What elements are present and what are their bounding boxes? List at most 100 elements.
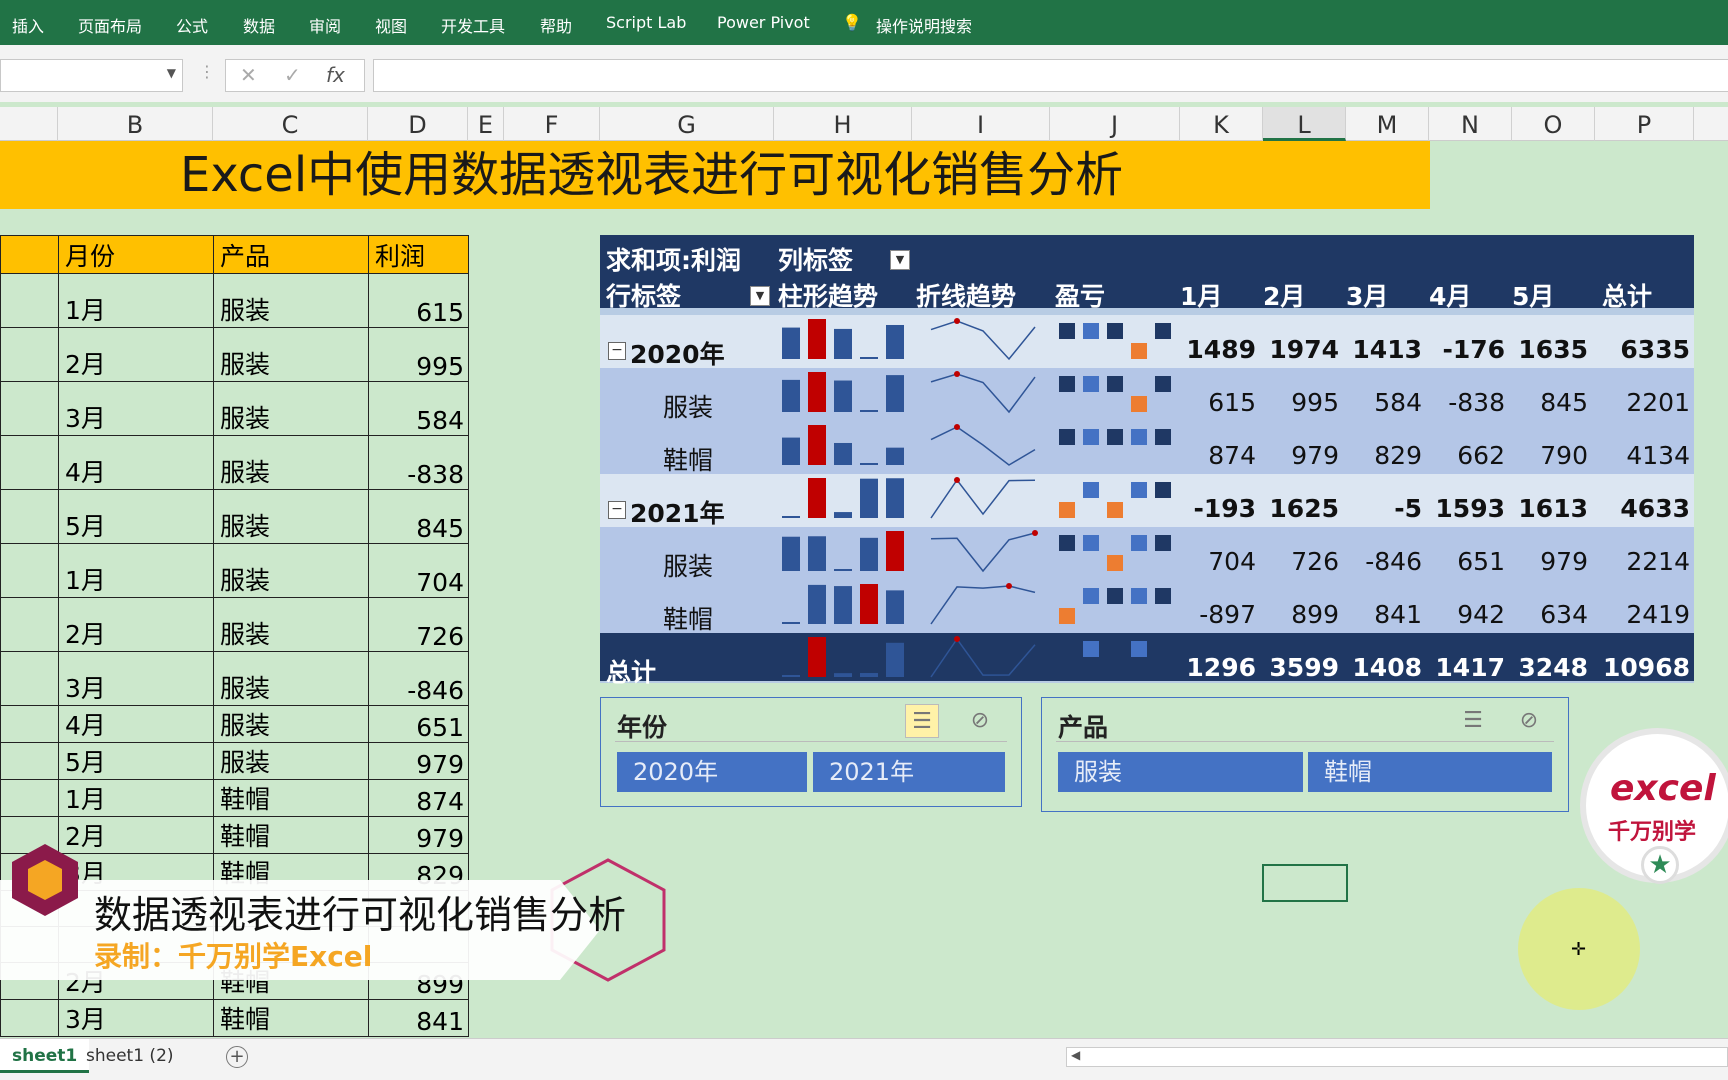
cell[interactable]: -838 <box>368 435 469 490</box>
cell[interactable]: 服装 <box>213 273 369 328</box>
scroll-left-icon[interactable]: ◀ <box>1071 1048 1080 1062</box>
tab-page-layout[interactable]: 页面布局 <box>78 13 142 37</box>
pivot-value[interactable]: 584 <box>1346 388 1422 417</box>
cell[interactable]: 4月 <box>58 435 214 490</box>
tab-view[interactable]: 视图 <box>375 13 407 37</box>
pivot-value[interactable]: 874 <box>1180 441 1256 470</box>
cell[interactable]: 3月 <box>58 999 214 1037</box>
cell[interactable]: 584 <box>368 381 469 436</box>
cell[interactable]: 1月 <box>58 273 214 328</box>
tab-script-lab[interactable]: Script Lab <box>606 13 686 32</box>
fx-icon[interactable]: fx <box>326 63 345 87</box>
tab-insert[interactable]: 插入 <box>12 13 44 37</box>
pivot-value[interactable]: 3599 <box>1263 653 1339 682</box>
col-header[interactable]: J <box>1050 107 1180 141</box>
pivot-value[interactable]: 1408 <box>1346 653 1422 682</box>
col-header[interactable]: M <box>1346 107 1429 141</box>
pivot-value[interactable]: 3248 <box>1512 653 1588 682</box>
col-header-selected[interactable]: L <box>1263 107 1346 141</box>
sheet-title[interactable]: Excel中使用数据透视表进行可视化销售分析 <box>0 141 1430 209</box>
cell[interactable]: 4月 <box>58 705 214 743</box>
pivot-value[interactable]: 2214 <box>1602 547 1690 576</box>
tab-power-pivot[interactable]: Power Pivot <box>717 13 810 32</box>
cell[interactable] <box>0 651 59 706</box>
cell[interactable]: 服装 <box>213 651 369 706</box>
slicer-item-2020[interactable]: 2020年 <box>617 752 807 792</box>
col-header[interactable]: K <box>1180 107 1263 141</box>
clear-filter-icon[interactable]: ⊘ <box>963 704 997 738</box>
pivot-value[interactable]: 4633 <box>1602 494 1690 523</box>
cell[interactable] <box>0 235 59 274</box>
cell[interactable] <box>0 543 59 598</box>
enter-icon[interactable]: ✓ <box>284 63 301 87</box>
column-filter-button[interactable]: ▼ <box>890 250 910 270</box>
tab-developer[interactable]: 开发工具 <box>441 13 505 37</box>
cell[interactable]: 5月 <box>58 742 214 780</box>
pivot-value[interactable]: 662 <box>1429 441 1505 470</box>
add-sheet-icon[interactable]: + <box>226 1046 248 1068</box>
cell[interactable]: 2月 <box>58 327 214 382</box>
pivot-value[interactable]: -5 <box>1346 494 1422 523</box>
slicer-item-shoes-hats[interactable]: 鞋帽 <box>1308 752 1552 792</box>
column-header[interactable]: 产品 <box>213 235 369 274</box>
col-header[interactable]: D <box>368 107 468 141</box>
formula-input[interactable] <box>373 59 1728 92</box>
cell[interactable]: 5月 <box>58 489 214 544</box>
pivot-value[interactable]: 790 <box>1512 441 1588 470</box>
pivot-value[interactable]: -176 <box>1429 335 1505 364</box>
slicer-item-2021[interactable]: 2021年 <box>813 752 1005 792</box>
column-header[interactable]: 利润 <box>368 235 469 274</box>
cell[interactable]: 726 <box>368 597 469 652</box>
pivot-table[interactable]: 求和项:利润 列标签 ▼ 行标签 ▼ 柱形趋势 折线趋势 盈亏 1月 2月 3月… <box>600 235 1694 687</box>
cell[interactable] <box>0 435 59 490</box>
cell[interactable]: -846 <box>368 651 469 706</box>
pivot-value[interactable]: -838 <box>1429 388 1505 417</box>
cell[interactable]: 995 <box>368 327 469 382</box>
cell[interactable] <box>0 597 59 652</box>
cell[interactable] <box>0 705 59 743</box>
cell[interactable]: 服装 <box>213 327 369 382</box>
pivot-value[interactable]: 899 <box>1263 600 1339 629</box>
cell[interactable]: 2月 <box>58 597 214 652</box>
pivot-value[interactable]: 1635 <box>1512 335 1588 364</box>
cell[interactable] <box>0 742 59 780</box>
cell[interactable]: 1月 <box>58 543 214 598</box>
tab-data[interactable]: 数据 <box>243 13 275 37</box>
pivot-value[interactable]: -193 <box>1180 494 1256 523</box>
cell[interactable]: 鞋帽 <box>213 779 369 817</box>
col-header-a[interactable] <box>0 107 58 141</box>
tell-me-search[interactable]: 操作说明搜索 <box>876 13 972 37</box>
cell[interactable] <box>0 273 59 328</box>
multi-select-icon[interactable]: ☰ <box>905 704 939 738</box>
cell[interactable]: 704 <box>368 543 469 598</box>
clear-filter-icon[interactable]: ⊘ <box>1512 704 1546 738</box>
col-header[interactable]: N <box>1429 107 1512 141</box>
cell[interactable]: 979 <box>368 742 469 780</box>
cell[interactable]: 874 <box>368 779 469 817</box>
pivot-value[interactable]: 1625 <box>1263 494 1339 523</box>
cell[interactable] <box>0 381 59 436</box>
multi-select-icon[interactable]: ☰ <box>1456 704 1490 738</box>
cell[interactable]: 服装 <box>213 705 369 743</box>
cell[interactable]: 鞋帽 <box>213 999 369 1037</box>
pivot-value[interactable]: 704 <box>1180 547 1256 576</box>
cell[interactable] <box>0 999 59 1037</box>
pivot-value[interactable]: 651 <box>1429 547 1505 576</box>
pivot-value[interactable]: 2201 <box>1602 388 1690 417</box>
cell[interactable]: 服装 <box>213 489 369 544</box>
cell[interactable]: 服装 <box>213 597 369 652</box>
pivot-value[interactable]: 979 <box>1263 441 1339 470</box>
cell[interactable]: 845 <box>368 489 469 544</box>
col-header[interactable]: O <box>1512 107 1595 141</box>
pivot-value[interactable]: 634 <box>1512 600 1588 629</box>
tab-review[interactable]: 审阅 <box>309 13 341 37</box>
col-header[interactable]: H <box>774 107 912 141</box>
pivot-value[interactable]: 841 <box>1346 600 1422 629</box>
pivot-value[interactable]: 10968 <box>1602 653 1690 682</box>
cell[interactable]: 1月 <box>58 779 214 817</box>
cell[interactable] <box>0 489 59 544</box>
cancel-icon[interactable]: ✕ <box>240 63 257 87</box>
slicer-item-clothing[interactable]: 服装 <box>1058 752 1303 792</box>
pivot-value[interactable]: 1489 <box>1180 335 1256 364</box>
pivot-value[interactable]: 615 <box>1180 388 1256 417</box>
